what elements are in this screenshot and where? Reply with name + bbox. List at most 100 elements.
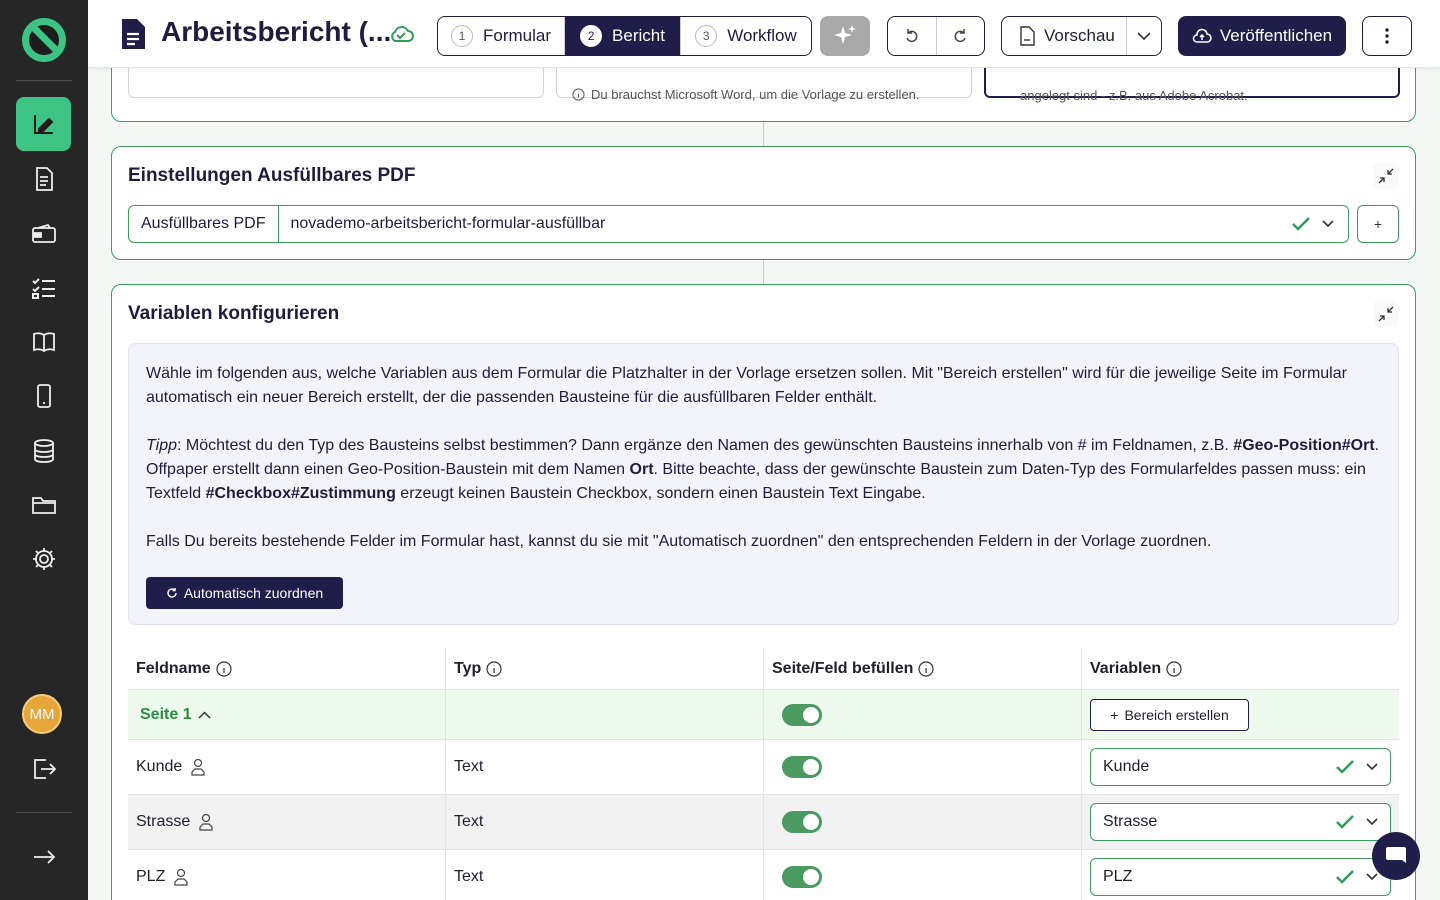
step-number: 3 bbox=[695, 25, 718, 47]
publish-button[interactable]: Veröffentlichen bbox=[1178, 16, 1346, 56]
more-options-button[interactable] bbox=[1362, 16, 1412, 56]
tip-text: Tipp: Möchtest du den Typ des Bausteins … bbox=[146, 434, 1381, 506]
column-label: Typ bbox=[454, 659, 482, 677]
step-navigation: 1 Formular 2 Bericht 3 Workflow bbox=[437, 16, 812, 56]
table-row: Strasse Text Strasse bbox=[128, 795, 1399, 850]
cloud-saved-icon bbox=[391, 26, 414, 42]
field-name: PLZ bbox=[136, 868, 166, 885]
column-label: Seite/Feld befüllen bbox=[772, 659, 914, 677]
pdf-settings-card: Einstellungen Ausfüllbares PDF Ausfüllba… bbox=[111, 146, 1416, 260]
create-area-button[interactable]: + Bereich erstellen bbox=[1090, 698, 1249, 731]
sidebar-divider bbox=[16, 812, 72, 813]
chat-button[interactable] bbox=[1372, 832, 1420, 880]
ai-assistant-button[interactable] bbox=[820, 16, 870, 56]
section-toggle[interactable]: Seite 1 bbox=[128, 690, 446, 739]
column-header-befuellen: Seite/Feld befüllen bbox=[764, 648, 1082, 689]
field-name: Strasse bbox=[136, 813, 191, 830]
variable-select[interactable]: Strasse bbox=[1090, 803, 1391, 841]
document-icon bbox=[35, 167, 53, 191]
preview-button[interactable]: Vorschau bbox=[1002, 17, 1127, 55]
field-type: Text bbox=[454, 758, 484, 775]
arrow-right-icon bbox=[33, 850, 55, 864]
pdf-file-icon bbox=[1020, 26, 1035, 46]
undo-icon bbox=[906, 29, 918, 43]
variable-value: PLZ bbox=[1103, 868, 1133, 885]
flow-connector bbox=[763, 122, 764, 146]
fill-toggle[interactable] bbox=[782, 756, 822, 778]
variable-value: Kunde bbox=[1103, 758, 1150, 775]
tab-workflow[interactable]: 3 Workflow bbox=[681, 17, 811, 55]
add-pdf-button[interactable]: + bbox=[1357, 205, 1399, 243]
page-title[interactable]: Arbeitsbericht (... bbox=[161, 16, 391, 48]
document-icon bbox=[122, 19, 145, 49]
redo-icon bbox=[954, 29, 966, 43]
sidebar-item-report-editor[interactable] bbox=[16, 97, 71, 151]
column-label: Variablen bbox=[1090, 659, 1162, 677]
tab-bericht[interactable]: 2 Bericht bbox=[565, 17, 681, 55]
variable-value: Strasse bbox=[1103, 813, 1158, 830]
table-header: Feldname Typ Seite/Feld befüllen Variabl… bbox=[128, 648, 1399, 690]
undo-button[interactable] bbox=[888, 17, 937, 55]
sidebar-item-checklists[interactable] bbox=[16, 261, 71, 315]
checklist-icon bbox=[31, 278, 55, 299]
fillable-pdf-select[interactable]: Ausfüllbares PDF novademo-arbeitsbericht… bbox=[128, 205, 1349, 243]
auto-assign-button[interactable]: Automatisch zuordnen bbox=[146, 577, 343, 609]
logout-button[interactable] bbox=[16, 742, 71, 796]
tip-text-part: : Möchtest du den Typ des Bausteins selb… bbox=[176, 437, 1234, 454]
column-header-variablen: Variablen bbox=[1082, 648, 1399, 689]
expand-sidebar-button[interactable] bbox=[16, 830, 71, 884]
field-type: Text bbox=[454, 813, 484, 830]
column-header-typ: Typ bbox=[446, 648, 764, 689]
sidebar: MM bbox=[0, 0, 88, 900]
chevron-up-icon bbox=[198, 710, 211, 719]
tip-text-part: erzeugt keinen Baustein Checkbox, sonder… bbox=[395, 485, 926, 502]
column-header-feldname: Feldname bbox=[128, 648, 446, 689]
auto-assign-label: Automatisch zuordnen bbox=[183, 585, 324, 601]
fill-toggle[interactable] bbox=[782, 811, 822, 833]
intro-text: Wähle im folgenden aus, welche Variablen… bbox=[146, 365, 1347, 406]
tip-example: #Checkbox#Zustimmung bbox=[205, 485, 396, 502]
sparkle-icon bbox=[834, 25, 856, 44]
instructions-box: Wähle im folgenden aus, welche Variablen… bbox=[128, 343, 1399, 625]
info-icon[interactable] bbox=[1166, 660, 1182, 677]
sidebar-item-database[interactable] bbox=[16, 424, 71, 478]
gear-icon bbox=[32, 548, 55, 570]
variable-select[interactable]: Kunde bbox=[1090, 748, 1391, 786]
variable-select[interactable]: PLZ bbox=[1090, 858, 1391, 896]
existing-fields-text: Falls Du bereits bestehende Felder im Fo… bbox=[146, 533, 1212, 550]
fillable-pdf-label: Ausfüllbares PDF bbox=[129, 206, 279, 242]
avatar[interactable]: MM bbox=[22, 694, 62, 734]
check-icon bbox=[1292, 217, 1310, 231]
top-bar: Arbeitsbericht (... 1 Formular 2 Bericht… bbox=[88, 0, 1440, 68]
preview-menu-toggle[interactable] bbox=[1127, 31, 1161, 41]
fill-toggle[interactable] bbox=[782, 703, 822, 726]
sidebar-item-folders[interactable] bbox=[16, 478, 71, 532]
info-icon[interactable] bbox=[486, 660, 502, 677]
table-row: Kunde Text Kunde bbox=[128, 740, 1399, 795]
sidebar-item-settings[interactable] bbox=[16, 532, 71, 586]
app-logo[interactable] bbox=[22, 18, 66, 62]
sidebar-item-documents[interactable] bbox=[16, 152, 71, 206]
sidebar-item-mobile[interactable] bbox=[16, 369, 71, 423]
info-icon[interactable] bbox=[918, 660, 934, 677]
user-icon bbox=[174, 868, 188, 886]
preview-dropdown: Vorschau bbox=[1001, 16, 1162, 56]
fill-toggle[interactable] bbox=[782, 866, 822, 888]
user-icon bbox=[199, 813, 213, 831]
fillable-pdf-value: novademo-arbeitsbericht-formular-ausfüll… bbox=[290, 215, 606, 232]
collapse-button[interactable] bbox=[1373, 301, 1399, 327]
edit-chart-icon bbox=[33, 115, 53, 134]
word-hint-text: Du brauchst Microsoft Word, um die Vorla… bbox=[591, 87, 920, 102]
sidebar-item-manual[interactable] bbox=[16, 315, 71, 369]
user-icon bbox=[191, 758, 205, 776]
tab-formular[interactable]: 1 Formular bbox=[438, 17, 565, 55]
info-icon[interactable] bbox=[216, 660, 232, 677]
chevron-down-icon bbox=[1366, 763, 1378, 771]
check-icon bbox=[1336, 760, 1354, 774]
check-icon bbox=[1336, 815, 1354, 829]
step-label: Bericht bbox=[612, 26, 665, 45]
database-icon bbox=[33, 439, 54, 463]
collapse-button[interactable] bbox=[1373, 163, 1399, 189]
sidebar-item-inbox[interactable] bbox=[16, 207, 71, 261]
redo-button[interactable] bbox=[937, 17, 985, 55]
